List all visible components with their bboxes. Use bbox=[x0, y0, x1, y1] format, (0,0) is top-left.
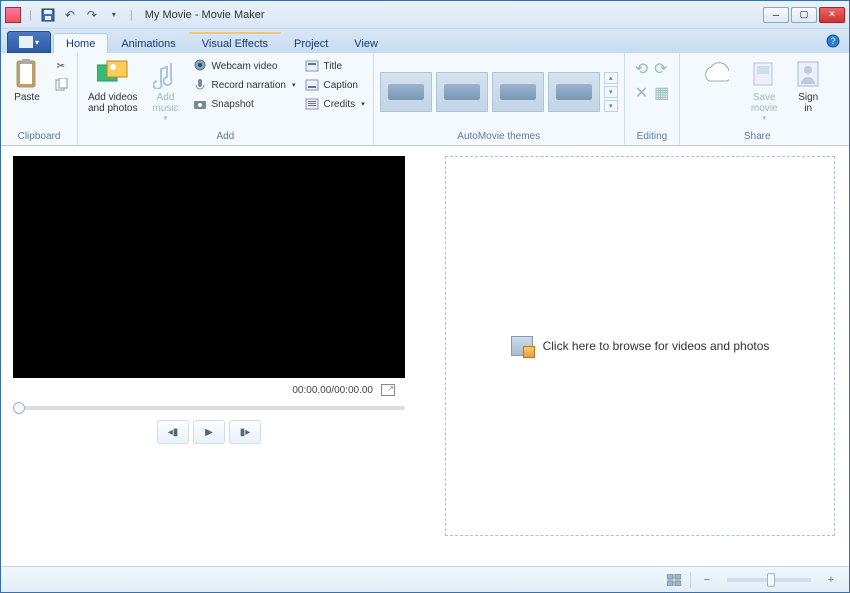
group-clipboard: Paste ✂ Clipboard bbox=[1, 53, 78, 145]
qat-dropdown-icon[interactable]: ▾ bbox=[106, 7, 122, 23]
credits-icon bbox=[304, 96, 320, 112]
sign-in-button[interactable]: Sign in bbox=[786, 55, 830, 117]
rotate-right-icon[interactable]: ⟳ bbox=[654, 59, 667, 79]
drop-hint-text: Click here to browse for videos and phot… bbox=[543, 339, 770, 353]
group-label-editing: Editing bbox=[629, 129, 676, 145]
window-title: My Movie - Movie Maker bbox=[145, 9, 265, 21]
add-music-label: Add music bbox=[152, 92, 178, 114]
snapshot-button[interactable]: Snapshot bbox=[188, 95, 300, 113]
microphone-icon bbox=[192, 77, 208, 93]
theme-scroll-down-icon[interactable]: ▾ bbox=[604, 86, 618, 98]
copy-icon bbox=[53, 77, 69, 93]
clipboard-icon bbox=[11, 58, 43, 90]
group-share: Save movie ▾ Sign in Share bbox=[680, 53, 834, 145]
webcam-icon bbox=[192, 58, 208, 74]
maximize-button[interactable]: ▢ bbox=[791, 7, 817, 23]
statusbar: − + bbox=[1, 566, 849, 592]
file-menu-button[interactable] bbox=[7, 31, 51, 53]
browse-media-dropzone[interactable]: Click here to browse for videos and phot… bbox=[445, 156, 835, 536]
cloud-icon bbox=[697, 58, 729, 90]
titlebar: | ↶ ↷ ▾ | My Movie - Movie Maker ─ ▢ ✕ bbox=[1, 1, 849, 29]
delete-icon[interactable]: ✕ bbox=[635, 83, 648, 103]
add-videos-photos-button[interactable]: Add videos and photos bbox=[82, 55, 144, 117]
video-preview[interactable] bbox=[13, 156, 405, 378]
photos-icon bbox=[97, 58, 129, 90]
group-label-add: Add bbox=[82, 129, 369, 145]
theme-thumbnail[interactable] bbox=[492, 72, 544, 112]
scissors-icon: ✂ bbox=[53, 58, 69, 74]
prev-frame-button[interactable]: ◂▮ bbox=[157, 420, 189, 444]
theme-thumbnail[interactable] bbox=[436, 72, 488, 112]
record-narration-button[interactable]: Record narration▾ bbox=[188, 76, 300, 94]
rotate-left-icon[interactable]: ⟲ bbox=[635, 59, 648, 79]
theme-scroll-up-icon[interactable]: ▴ bbox=[604, 72, 618, 84]
qat-separator: | bbox=[130, 9, 133, 21]
camera-icon bbox=[192, 96, 208, 112]
close-button[interactable]: ✕ bbox=[819, 7, 845, 23]
zoom-out-button[interactable]: − bbox=[699, 572, 715, 588]
paste-button[interactable]: Paste bbox=[5, 55, 49, 106]
add-videos-label: Add videos and photos bbox=[88, 92, 138, 114]
copy-button[interactable] bbox=[49, 76, 73, 94]
time-display: 00:00.00/00:00.00 bbox=[292, 385, 373, 396]
statusbar-separator bbox=[690, 572, 691, 588]
media-placeholder-icon bbox=[511, 336, 533, 356]
caption-icon bbox=[304, 77, 320, 93]
save-movie-button[interactable]: Save movie ▾ bbox=[742, 55, 786, 125]
group-add: Add videos and photos Add music ▾ Webcam… bbox=[78, 53, 374, 145]
user-icon bbox=[792, 58, 824, 90]
next-frame-button[interactable]: ▮▸ bbox=[229, 420, 261, 444]
skydrive-button[interactable] bbox=[684, 55, 742, 95]
ribbon: Paste ✂ Clipboard Add videos and photos bbox=[1, 53, 849, 146]
redo-icon[interactable]: ↷ bbox=[84, 7, 100, 23]
group-editing: ⟲ ⟳ ✕ ▦ Editing bbox=[625, 53, 681, 145]
music-note-icon bbox=[150, 58, 182, 90]
title-button[interactable]: Title bbox=[300, 57, 369, 75]
thumbnail-view-icon[interactable] bbox=[666, 572, 682, 588]
title-icon bbox=[304, 58, 320, 74]
zoom-slider[interactable] bbox=[727, 578, 811, 582]
select-all-icon[interactable]: ▦ bbox=[654, 83, 669, 103]
cut-button[interactable]: ✂ bbox=[49, 57, 73, 75]
caption-button[interactable]: Caption bbox=[300, 76, 369, 94]
save-icon[interactable] bbox=[40, 7, 56, 23]
tab-project[interactable]: Project bbox=[281, 33, 341, 53]
undo-icon[interactable]: ↶ bbox=[62, 7, 78, 23]
seek-slider[interactable] bbox=[13, 406, 405, 410]
group-automovie-themes: ▴ ▾ ▾ AutoMovie themes bbox=[374, 53, 625, 145]
tab-view[interactable]: View bbox=[341, 33, 391, 53]
content-area: 00:00.00/00:00.00 ◂▮ ▶ ▮▸ Click here to … bbox=[1, 146, 849, 566]
preview-pane: 00:00.00/00:00.00 ◂▮ ▶ ▮▸ bbox=[1, 146, 441, 566]
theme-thumbnail[interactable] bbox=[380, 72, 432, 112]
group-label-themes: AutoMovie themes bbox=[378, 129, 620, 145]
qat-separator: | bbox=[29, 9, 32, 21]
minimize-button[interactable]: ─ bbox=[763, 7, 789, 23]
group-label-share: Share bbox=[684, 129, 830, 145]
paste-label: Paste bbox=[14, 92, 40, 103]
tab-home[interactable]: Home bbox=[53, 33, 108, 53]
save-movie-label: Save movie bbox=[751, 92, 778, 114]
tab-animations[interactable]: Animations bbox=[108, 33, 188, 53]
webcam-video-button[interactable]: Webcam video bbox=[188, 57, 300, 75]
tab-visual-effects[interactable]: Visual Effects bbox=[189, 32, 281, 53]
credits-button[interactable]: Credits▾ bbox=[300, 95, 369, 113]
group-label-clipboard: Clipboard bbox=[5, 129, 73, 145]
svg-text:?: ? bbox=[830, 36, 835, 46]
sign-in-label: Sign in bbox=[798, 92, 818, 114]
quick-access-toolbar: | ↶ ↷ ▾ | bbox=[27, 7, 135, 23]
zoom-in-button[interactable]: + bbox=[823, 572, 839, 588]
add-music-button[interactable]: Add music ▾ bbox=[144, 55, 188, 125]
app-window: | ↶ ↷ ▾ | My Movie - Movie Maker ─ ▢ ✕ H… bbox=[0, 0, 850, 593]
app-icon bbox=[5, 7, 21, 23]
ribbon-tabs: Home Animations Visual Effects Project V… bbox=[1, 29, 849, 53]
save-movie-icon bbox=[748, 58, 780, 90]
fullscreen-icon[interactable] bbox=[381, 384, 395, 396]
help-icon[interactable]: ? bbox=[825, 33, 841, 49]
theme-expand-icon[interactable]: ▾ bbox=[604, 100, 618, 112]
timeline-pane: Click here to browse for videos and phot… bbox=[441, 146, 849, 566]
theme-thumbnail[interactable] bbox=[548, 72, 600, 112]
play-button[interactable]: ▶ bbox=[193, 420, 225, 444]
